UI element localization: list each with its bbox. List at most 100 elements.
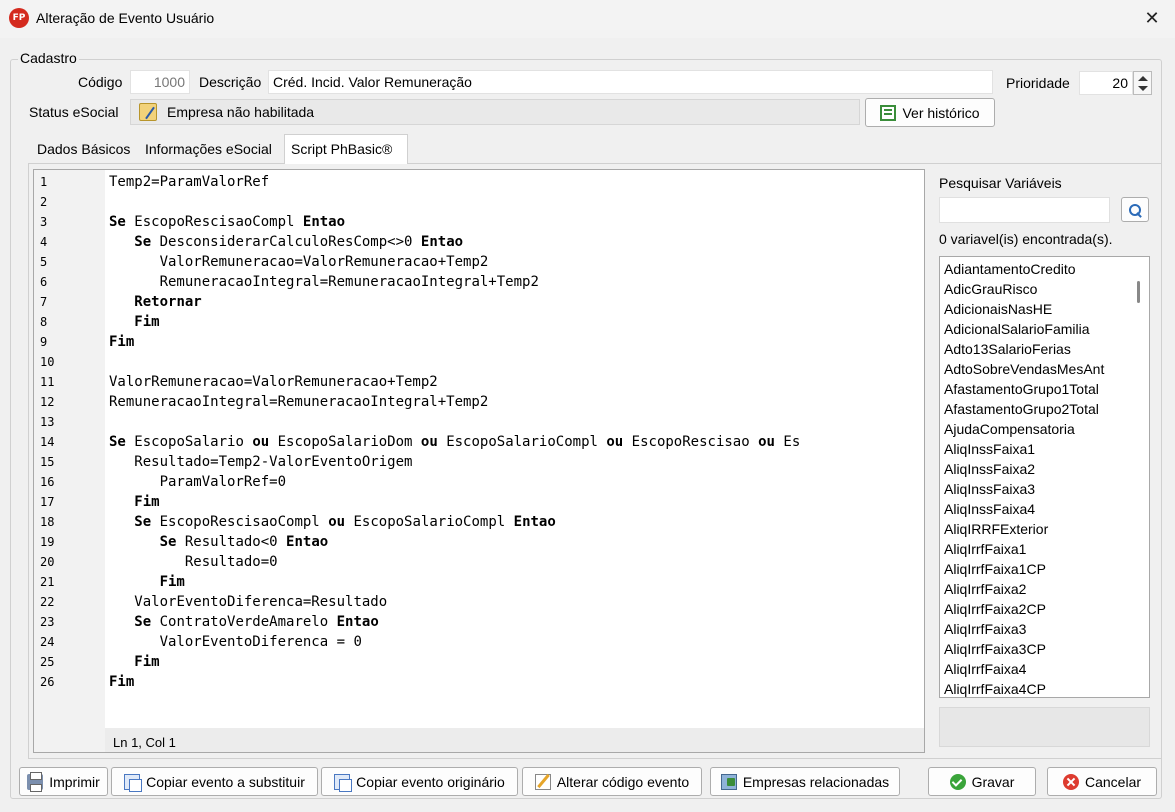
variable-list-item[interactable]: AliqIrrfFaixa2 [944, 579, 1026, 599]
code-line[interactable]: Se EscopoSalario ou EscopoSalarioDom ou … [105, 432, 800, 452]
variable-list-item[interactable]: AliqIrrfFaixa1CP [944, 559, 1046, 579]
copy-icon [334, 773, 353, 792]
search-variables-button[interactable] [1121, 197, 1149, 222]
code-line[interactable]: Se Resultado<0 Entao [105, 532, 329, 552]
companies-icon [720, 773, 737, 790]
window-title: Alteração de Evento Usuário [36, 10, 215, 26]
variable-list-item[interactable]: AdicionaisNasHE [944, 299, 1052, 319]
variables-found-count: 0 variavel(is) encontrada(s). [939, 231, 1113, 247]
code-line[interactable]: ValorEventoDiferenca = 0 [105, 632, 362, 652]
variable-list-item[interactable]: AliqIrrfFaixa3CP [944, 639, 1046, 659]
variable-list-item[interactable]: AjudaCompensatoria [944, 419, 1075, 439]
code-line[interactable]: Fim [105, 332, 134, 352]
tab-script-phbasic[interactable]: Script PhBasic® [284, 134, 408, 164]
variable-list-item[interactable]: AdicGrauRisco [944, 279, 1037, 299]
prioridade-spinner[interactable] [1133, 71, 1152, 95]
variable-list-item[interactable]: AdicionalSalarioFamilia [944, 319, 1090, 339]
variable-list-item[interactable]: AliqIrrfFaixa2CP [944, 599, 1046, 619]
spin-up-icon[interactable] [1138, 76, 1148, 81]
line-number: 16 [40, 475, 55, 489]
code-line[interactable]: Fim [105, 672, 134, 692]
copiar-evento-originario-label: Copiar evento originário [356, 773, 505, 790]
code-line[interactable]: Fim [105, 572, 185, 592]
code-line[interactable]: Fim [105, 312, 159, 332]
tab-informacoes-esocial[interactable]: Informações eSocial [139, 135, 278, 163]
alterar-codigo-evento-label: Alterar código evento [556, 773, 690, 790]
code-line[interactable]: Se ContratoVerdeAmarelo Entao [105, 612, 378, 632]
cancel-icon [1062, 773, 1079, 790]
code-line[interactable]: Se EscopoRescisaoCompl ou EscopoSalarioC… [105, 512, 556, 532]
imprimir-label: Imprimir [49, 773, 100, 790]
printer-icon [27, 771, 44, 792]
codigo-field[interactable]: 1000 [130, 70, 190, 94]
line-number: 18 [40, 515, 55, 529]
line-number: 17 [40, 495, 55, 509]
script-editor[interactable]: 1 2 3 4 5 6 7 8 9 10 11 12 13 14 15 16 17 18 19 20 21 22 23 24 2… [33, 169, 925, 753]
close-icon[interactable]: ✕ [1137, 4, 1167, 32]
code-area[interactable]: Temp2=ParamValorRef Se EscopoRescisaoComp… [105, 170, 924, 728]
code-line[interactable] [105, 352, 109, 372]
variable-list-item[interactable]: AliqIrrfFaixa4CP [944, 679, 1046, 697]
code-line[interactable]: ParamValorRef=0 [105, 472, 286, 492]
variable-list-item[interactable]: AliqInssFaixa4 [944, 499, 1035, 519]
tab-dados-basicos[interactable]: Dados Básicos [31, 135, 136, 163]
code-line[interactable]: Retornar [105, 292, 201, 312]
spin-down-icon[interactable] [1138, 86, 1148, 91]
code-line[interactable]: Se EscopoRescisaoCompl Entao [105, 212, 345, 232]
title-bar: FP Alteração de Evento Usuário ✕ [0, 0, 1175, 38]
variables-list-scrollbar[interactable] [1137, 281, 1140, 303]
line-number: 25 [40, 655, 55, 669]
variable-list-item[interactable]: AliqIrrfFaixa1 [944, 539, 1026, 559]
descricao-label: Descrição [199, 74, 262, 90]
code-line[interactable]: Se DesconsiderarCalculoResComp<>0 Entao [105, 232, 463, 252]
cadastro-group-label: Cadastro [18, 50, 79, 66]
status-esocial-field: Empresa não habilitada [130, 99, 860, 125]
history-icon [880, 104, 897, 121]
line-number: 9 [40, 335, 48, 349]
variables-list[interactable]: AdiantamentoCredito AdicGrauRisco Adiciona… [939, 256, 1150, 698]
code-line[interactable]: Resultado=Temp2-ValorEventoOrigem [105, 452, 412, 472]
code-line[interactable]: Resultado=0 [105, 552, 278, 572]
alterar-codigo-evento-button[interactable]: Alterar código evento [522, 767, 702, 796]
variable-list-item[interactable]: AliqIRRFExterior [944, 519, 1048, 539]
prioridade-label: Prioridade [1006, 75, 1070, 91]
code-line[interactable]: ValorEventoDiferenca=Resultado [105, 592, 387, 612]
code-line[interactable]: RemuneracaoIntegral=RemuneracaoIntegral+… [105, 272, 539, 292]
variable-description-box [939, 707, 1150, 747]
variable-list-item[interactable]: Adto13SalarioFerias [944, 339, 1071, 359]
variable-list-item[interactable]: AdtoSobreVendasMesAnt [944, 359, 1104, 379]
line-number: 5 [40, 255, 48, 269]
line-number: 13 [40, 415, 55, 429]
variable-list-item[interactable]: AliqIrrfFaixa3 [944, 619, 1026, 639]
code-line[interactable]: RemuneracaoIntegral=RemuneracaoIntegral+… [105, 392, 488, 412]
code-line[interactable]: Fim [105, 652, 159, 672]
code-line[interactable] [105, 192, 109, 212]
variable-list-item[interactable]: AliqInssFaixa2 [944, 459, 1035, 479]
variable-list-item[interactable]: AfastamentoGrupo2Total [944, 399, 1099, 419]
ver-historico-button[interactable]: Ver histórico [865, 98, 995, 127]
line-number: 19 [40, 535, 55, 549]
variable-list-item[interactable]: AliqInssFaixa1 [944, 439, 1035, 459]
check-icon [949, 773, 966, 790]
empresas-relacionadas-button[interactable]: Empresas relacionadas [710, 767, 900, 796]
variable-list-item[interactable]: AliqIrrfFaixa4 [944, 659, 1026, 679]
search-variables-input[interactable] [939, 197, 1110, 223]
gravar-button[interactable]: Gravar [928, 767, 1036, 796]
copy-icon [124, 773, 143, 792]
code-line[interactable]: ValorRemuneracao=ValorRemuneracao+Temp2 [105, 372, 438, 392]
line-number: 4 [40, 235, 48, 249]
imprimir-button[interactable]: Imprimir [19, 767, 108, 796]
code-line[interactable]: ValorRemuneracao=ValorRemuneracao+Temp2 [105, 252, 489, 272]
variable-list-item[interactable]: AdiantamentoCredito [944, 259, 1076, 279]
cancelar-button[interactable]: Cancelar [1047, 767, 1157, 796]
prioridade-field[interactable]: 20 [1079, 71, 1133, 95]
variable-list-item[interactable]: AliqInssFaixa3 [944, 479, 1035, 499]
code-line[interactable]: Fim [105, 492, 159, 512]
copiar-evento-substituir-button[interactable]: Copiar evento a substituir [111, 767, 318, 796]
status-esocial-label: Status eSocial [29, 104, 119, 120]
code-line[interactable] [105, 412, 109, 432]
descricao-field[interactable]: Créd. Incid. Valor Remuneração [268, 70, 993, 94]
copiar-evento-originario-button[interactable]: Copiar evento originário [321, 767, 518, 796]
variable-list-item[interactable]: AfastamentoGrupo1Total [944, 379, 1099, 399]
code-line[interactable]: Temp2=ParamValorRef [105, 172, 269, 192]
